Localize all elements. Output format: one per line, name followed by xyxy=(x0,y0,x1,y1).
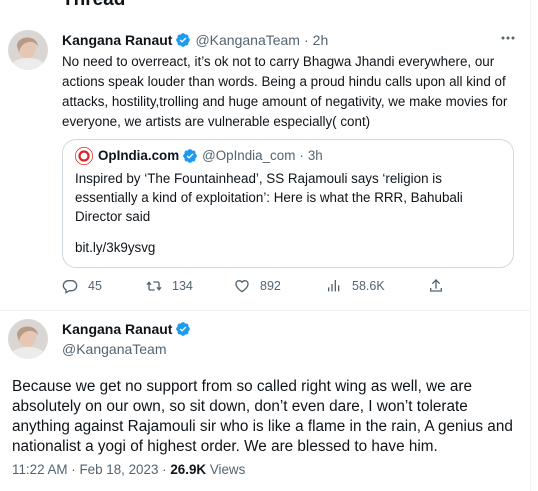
reply-icon xyxy=(62,280,78,294)
author-handle[interactable]: @KanganaTeam xyxy=(62,340,167,358)
opindia-logo-icon xyxy=(75,147,93,165)
like-count: 892 xyxy=(260,279,281,293)
tweet-actions: 45 134 892 58.6K xyxy=(62,278,452,298)
views-icon xyxy=(328,280,340,292)
main-tweet-header: Kangana Ranaut xyxy=(62,320,191,338)
share-icon xyxy=(430,279,442,292)
tweet-header: Kangana Ranaut @KanganaTeam · 2h xyxy=(62,31,328,49)
views-total: 26.9K xyxy=(170,462,207,477)
verified-badge-icon xyxy=(176,322,191,336)
reply-count: 45 xyxy=(88,279,102,293)
page-title: Thread xyxy=(62,0,125,10)
avatar-image xyxy=(8,30,48,70)
like-button[interactable]: 892 xyxy=(234,278,281,294)
quote-tweet-card[interactable]: OpIndia.com @OpIndia_com · 3h Inspired b… xyxy=(62,139,514,268)
quote-time: 3h xyxy=(307,148,323,163)
separator-dot: · xyxy=(299,148,304,163)
avatar[interactable] xyxy=(8,319,48,359)
verified-badge-icon xyxy=(176,33,191,47)
avatar[interactable] xyxy=(8,30,48,70)
quote-source-name: OpIndia.com xyxy=(98,148,180,163)
avatar-image xyxy=(8,319,48,359)
quote-header: OpIndia.com @OpIndia_com · 3h xyxy=(75,147,323,165)
retweet-icon xyxy=(146,281,162,291)
main-tweet-text: Because we get no support from so called… xyxy=(12,378,513,455)
separator-dot: · xyxy=(162,462,167,477)
quote-text: Inspired by ‘The Fountainhead’, SS Rajam… xyxy=(75,171,463,224)
views-count: 58.6K xyxy=(352,279,385,293)
divider xyxy=(0,310,530,311)
author-name[interactable]: Kangana Ranaut xyxy=(62,31,172,49)
views-button[interactable]: 58.6K xyxy=(326,278,385,294)
retweet-count: 134 xyxy=(172,279,193,293)
tweet-time[interactable]: 2h xyxy=(313,31,329,49)
share-button[interactable] xyxy=(428,278,454,294)
verified-badge-icon xyxy=(183,149,197,163)
tweet-text: No need to overreact, it’s ok not to car… xyxy=(62,54,508,129)
quote-source-handle: @OpIndia_com xyxy=(202,148,296,163)
column-border xyxy=(530,0,531,491)
quote-link[interactable]: bit.ly/3k9ysvg xyxy=(75,238,155,257)
separator-dot: · xyxy=(303,32,309,48)
more-icon[interactable] xyxy=(500,34,516,42)
tweet-timestamp[interactable]: 11:22 AM · Feb 18, 2023 xyxy=(12,462,158,477)
reply-button[interactable]: 45 xyxy=(62,278,102,294)
retweet-button[interactable]: 134 xyxy=(146,278,193,294)
views-label: Views xyxy=(209,462,246,477)
tweet-meta: 11:22 AM · Feb 18, 2023 · 26.9K Views xyxy=(12,461,245,479)
author-handle[interactable]: @KanganaTeam xyxy=(195,31,300,49)
like-icon xyxy=(235,279,249,293)
author-name[interactable]: Kangana Ranaut xyxy=(62,320,172,338)
